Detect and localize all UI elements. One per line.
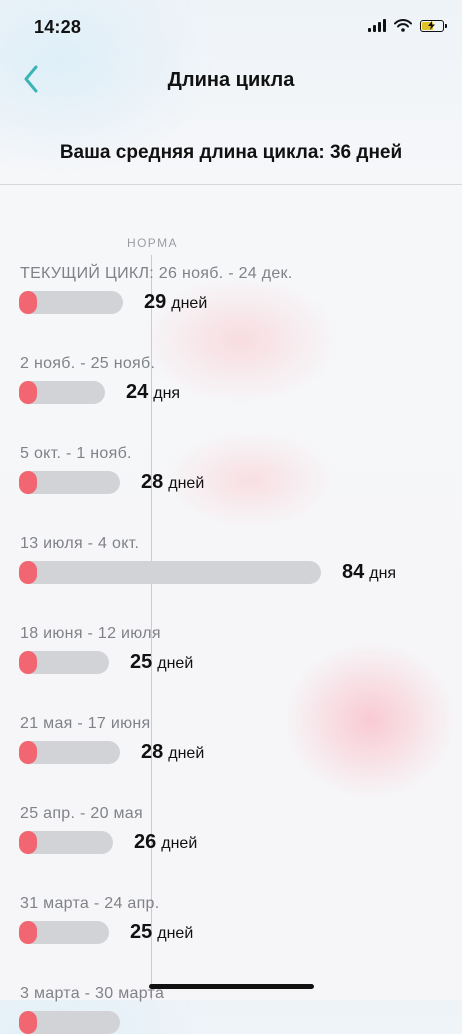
home-indicator[interactable] xyxy=(149,984,314,989)
cycle-length-bar xyxy=(19,291,123,314)
wifi-icon xyxy=(394,19,412,32)
cycle-days-number: 29 xyxy=(144,291,167,313)
page-title: Длина цикла xyxy=(167,69,295,91)
cycle-date-range: 21 мая - 17 июня xyxy=(20,715,151,732)
cycle-length-value: 29 дней xyxy=(144,291,207,314)
period-marker xyxy=(19,381,37,404)
status-bar: 14:28 xyxy=(0,0,462,56)
cycle-length-bar xyxy=(19,1011,120,1034)
period-marker xyxy=(19,561,37,584)
cycle-days-number: 28 xyxy=(141,741,164,763)
cycle-length-bar xyxy=(19,471,120,494)
cycle-length-bar xyxy=(19,921,109,944)
cycle-date-range: 3 марта - 30 марта xyxy=(20,985,165,1002)
cycle-date-range: ТЕКУЩИЙ ЦИКЛ: 26 нояб. - 24 дек. xyxy=(20,265,293,282)
cycle-days-number: 28 xyxy=(141,471,164,493)
cycle-length-value: 28 дней xyxy=(141,471,204,494)
cycle-days-unit: дней xyxy=(157,655,194,672)
battery-icon xyxy=(420,19,447,32)
divider xyxy=(0,184,462,185)
cycle-days-unit: дней xyxy=(168,475,205,492)
period-marker xyxy=(19,831,37,854)
cycle-days-number: 84 xyxy=(342,561,365,583)
cycle-days-number: 25 xyxy=(130,651,153,673)
nav-bar: Длина цикла xyxy=(0,56,462,106)
cycle-days-unit: дней xyxy=(168,745,205,762)
status-time: 14:28 xyxy=(34,17,82,37)
cycle-days-unit: дней xyxy=(171,295,208,312)
cellular-signal-icon xyxy=(368,19,386,32)
period-marker xyxy=(19,1011,37,1034)
cycle-length-value: 25 дней xyxy=(130,651,193,674)
cycle-days-unit: дней xyxy=(161,835,198,852)
norm-label: НОРМА xyxy=(127,236,178,250)
cycle-days-unit: дней xyxy=(157,925,194,942)
cycle-date-range: 2 нояб. - 25 нояб. xyxy=(20,355,156,372)
cycle-days-number: 24 xyxy=(126,381,149,403)
cycle-length-bar xyxy=(19,831,113,854)
cycle-length-bar xyxy=(19,651,109,674)
cycle-date-range: 5 окт. - 1 нояб. xyxy=(20,445,132,462)
cycle-date-range: 31 марта - 24 апр. xyxy=(20,895,160,912)
cycle-length-value: 25 дней xyxy=(130,921,193,944)
cycle-length-value: 26 дней xyxy=(134,831,197,854)
cycle-days-unit: дня xyxy=(153,385,181,402)
period-marker xyxy=(19,921,37,944)
cycle-length-value: 28 дней xyxy=(141,741,204,764)
cycle-length-bar xyxy=(19,381,105,404)
cycle-length-value: 24 дня xyxy=(126,381,180,404)
cycle-length-bar xyxy=(19,561,321,584)
status-icons xyxy=(368,19,447,32)
cycle-length-bar xyxy=(19,741,120,764)
period-marker xyxy=(19,651,37,674)
cycle-date-range: 13 июля - 4 окт. xyxy=(20,535,140,552)
period-marker xyxy=(19,291,37,314)
cycle-date-range: 18 июня - 12 июля xyxy=(20,625,161,642)
cycle-date-range: 25 апр. - 20 мая xyxy=(20,805,143,822)
average-cycle-length: Ваша средняя длина цикла: 36 дней xyxy=(59,142,403,163)
period-marker xyxy=(19,471,37,494)
charging-bolt-icon xyxy=(428,20,435,30)
period-marker xyxy=(19,741,37,764)
cycle-days-number: 26 xyxy=(134,831,157,853)
cycle-days-number: 25 xyxy=(130,921,153,943)
cycle-length-value: 84 дня xyxy=(342,561,396,584)
cycle-days-unit: дня xyxy=(369,565,397,582)
